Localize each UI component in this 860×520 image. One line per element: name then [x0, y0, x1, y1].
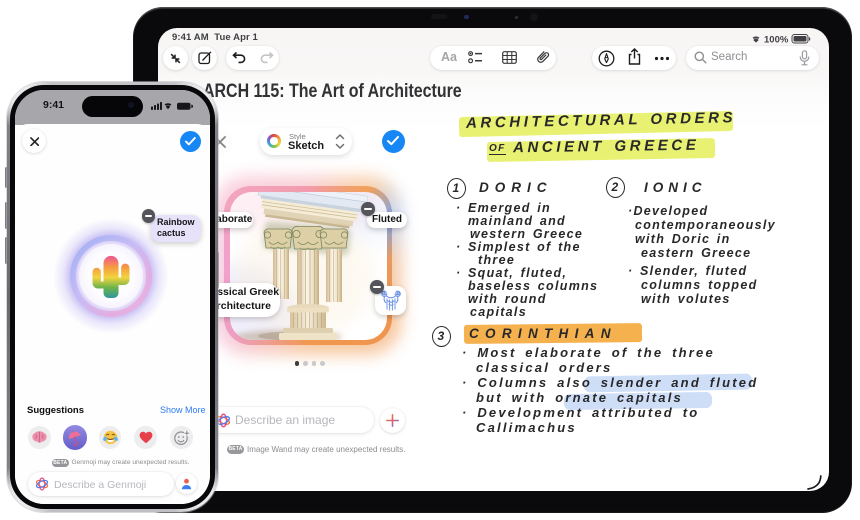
svg-text:100%: 100% [764, 35, 789, 46]
